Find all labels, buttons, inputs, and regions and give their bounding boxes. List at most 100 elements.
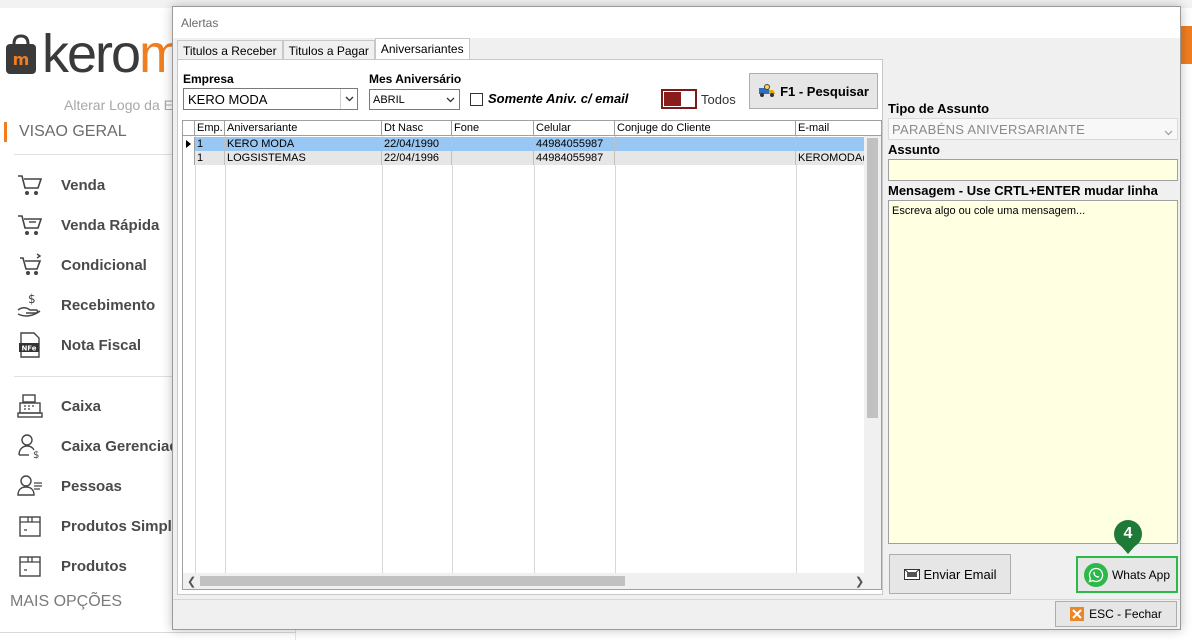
sidebar-item-caixa-gerencial[interactable]: $ Caixa Gerenciad <box>16 431 179 461</box>
mes-select[interactable]: ABRIL <box>369 89 460 110</box>
sidebar-divider <box>14 154 184 155</box>
tipo-assunto-select[interactable]: PARABÉNS ANIVERSARIANTE <box>888 118 1178 140</box>
email-icon <box>903 568 920 580</box>
enviar-email-button[interactable]: Enviar Email <box>889 554 1011 594</box>
column-header[interactable]: E-mail <box>796 121 881 136</box>
assunto-input[interactable] <box>888 159 1178 181</box>
column-divider <box>225 136 226 576</box>
enviar-email-label: Enviar Email <box>923 566 997 582</box>
orange-tab[interactable] <box>1180 26 1192 64</box>
money-hand-icon: $ <box>16 291 44 319</box>
empresa-label: Empresa <box>183 72 234 86</box>
fechar-button[interactable]: ESC - Fechar <box>1055 601 1177 627</box>
column-divider <box>796 136 797 576</box>
column-header[interactable]: Conjuge do Cliente <box>615 121 796 136</box>
column-header[interactable]: Dt Nasc <box>382 121 452 136</box>
sidebar-item-produtos-simples[interactable]: Produtos Simple <box>16 511 180 541</box>
tipo-assunto-value: PARABÉNS ANIVERSARIANTE <box>892 122 1086 137</box>
cell-email <box>796 137 866 151</box>
sidebar-divider <box>14 376 184 377</box>
cell-email: KEROMODA@L <box>798 152 866 164</box>
badge-pointer <box>1121 546 1135 554</box>
indicator-header <box>183 121 195 136</box>
sidebar-item-label: Condicional <box>61 256 147 274</box>
vertical-scrollbar[interactable] <box>864 136 881 576</box>
sidebar-item-label: Caixa <box>61 397 102 415</box>
people-icon <box>16 472 44 500</box>
sidebar-item-produtos[interactable]: Produtos <box>16 551 127 581</box>
cell-fone <box>452 151 534 165</box>
chevron-down-icon[interactable] <box>1164 124 1173 139</box>
column-divider <box>615 136 616 576</box>
sidebar-item-label: Pessoas <box>61 477 122 495</box>
table-row[interactable]: 1 LOGSISTEMAS 22/04/1996 44984055987 KER… <box>183 151 866 165</box>
sidebar-item-nota-fiscal[interactable]: NFe Nota Fiscal <box>16 330 141 360</box>
sidebar-item-caixa[interactable]: Caixa <box>16 391 101 421</box>
whatsapp-button[interactable]: Whats App <box>1076 556 1178 593</box>
scroll-left-icon[interactable]: ❮ <box>187 575 196 588</box>
column-header[interactable]: Fone <box>452 121 534 136</box>
pesquisar-label: F1 - Pesquisar <box>780 83 869 99</box>
cart-fast-icon <box>16 211 44 239</box>
sidebar-item-venda[interactable]: Venda <box>16 170 105 200</box>
row-indicator <box>183 151 195 165</box>
step-badge: 4 <box>1114 520 1142 548</box>
alerts-dialog: Alertas Titulos a Receber Titulos a Paga… <box>172 6 1181 630</box>
horizontal-scrollbar[interactable]: ❮ ❯ <box>183 573 881 589</box>
dialog-title: Alertas <box>173 7 1180 38</box>
alter-logo-link[interactable]: Alterar Logo da E <box>64 97 173 113</box>
assunto-label: Assunto <box>888 142 940 157</box>
cell-dt-nasc: 22/04/1990 <box>382 137 452 151</box>
pesquisar-button[interactable]: F1 - Pesquisar <box>749 73 878 109</box>
cell-dt-nasc: 22/04/1996 <box>382 151 452 165</box>
chevron-down-icon[interactable] <box>442 90 459 109</box>
column-header[interactable]: Celular <box>534 121 615 136</box>
fechar-label: ESC - Fechar <box>1089 607 1162 621</box>
sidebar-item-label: Venda <box>61 176 106 194</box>
cell-fone <box>452 137 534 151</box>
cell-emp: 1 <box>195 151 225 165</box>
sidebar-item-recebimento[interactable]: $ Recebimento <box>16 290 155 320</box>
truck-search-icon <box>758 84 776 98</box>
cart-exchange-icon <box>16 251 44 279</box>
sidebar-item-venda-rapida[interactable]: Venda Rápida <box>16 210 159 240</box>
scroll-thumb[interactable] <box>200 576 625 586</box>
tab-bar: Titulos a Receber Titulos a Pagar Aniver… <box>177 38 470 61</box>
grid-header: Emp. Aniversariante Dt Nasc Fone Celular… <box>183 121 881 136</box>
somente-email-checkbox[interactable] <box>470 93 483 106</box>
more-options-label[interactable]: MAIS OPÇÕES <box>10 593 122 611</box>
scroll-thumb[interactable] <box>867 138 878 418</box>
cell-aniversariante: LOGSISTEMAS <box>225 151 382 165</box>
table-row[interactable]: 1 KERO MODA 22/04/1990 44984055987 <box>183 137 866 151</box>
todos-toggle[interactable] <box>661 89 697 109</box>
whatsapp-icon <box>1083 562 1108 587</box>
sidebar-item-label: Produtos Simple <box>61 517 181 535</box>
scroll-right-icon[interactable]: ❯ <box>855 575 864 588</box>
mensagem-textarea[interactable]: Escreva algo ou cole uma mensagem... <box>888 200 1178 544</box>
box-icon <box>16 552 44 580</box>
footer-divider <box>173 599 1180 600</box>
cart-icon <box>16 171 44 199</box>
kero-logo[interactable]: m kerom <box>4 26 184 82</box>
close-icon <box>1070 607 1085 621</box>
cell-conjuge <box>615 151 796 165</box>
empresa-select[interactable]: KERO MODA <box>183 88 358 110</box>
aniversariantes-grid[interactable]: Emp. Aniversariante Dt Nasc Fone Celular… <box>182 120 882 590</box>
sidebar-item-condicional[interactable]: Condicional <box>16 250 147 280</box>
tab-titulos-pagar[interactable]: Titulos a Pagar <box>282 40 375 61</box>
tab-titulos-receber[interactable]: Titulos a Receber <box>177 40 283 61</box>
sidebar-item-pessoas[interactable]: Pessoas <box>16 471 122 501</box>
tipo-assunto-label: Tipo de Assunto <box>888 101 990 116</box>
tab-aniversariantes[interactable]: Aniversariantes <box>374 38 470 61</box>
svg-text:NFe: NFe <box>21 345 36 353</box>
column-header[interactable]: Emp. <box>195 121 225 136</box>
box-icon <box>16 512 44 540</box>
mes-value: ABRIL <box>373 94 405 106</box>
sidebar-item-label: Recebimento <box>61 296 156 314</box>
whatsapp-label: Whats App <box>1111 567 1171 582</box>
cell-celular: 44984055987 <box>534 151 615 165</box>
sidebar-item-label: Nota Fiscal <box>61 336 142 354</box>
cash-register-icon <box>16 392 44 420</box>
column-header[interactable]: Aniversariante <box>225 121 382 136</box>
chevron-down-icon[interactable] <box>340 89 357 109</box>
